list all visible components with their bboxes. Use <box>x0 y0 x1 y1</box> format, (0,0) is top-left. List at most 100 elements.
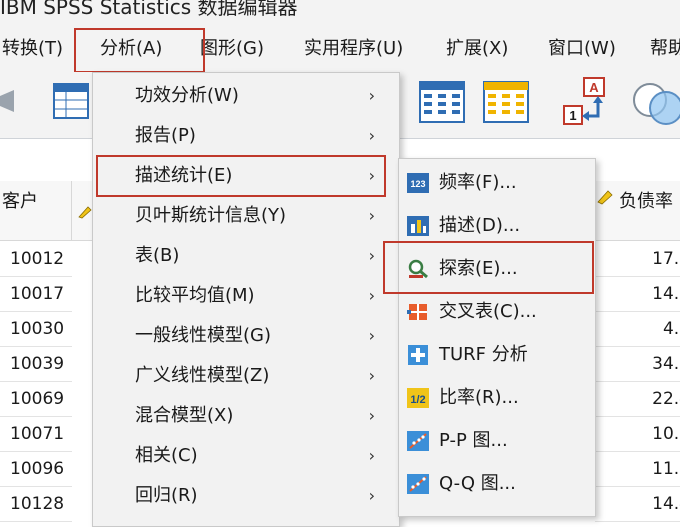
column-header-label: 客户 <box>2 191 38 212</box>
table-cell[interactable]: 4.8 <box>595 312 680 347</box>
menu-item-explore[interactable]: 探索(E)... <box>399 249 595 289</box>
table-cell[interactable]: 10012 <box>0 242 72 277</box>
submenu-arrow-icon: › <box>368 166 375 185</box>
menu-window[interactable]: 窗口(W) <box>548 34 616 60</box>
analyze-menu: 功效分析(W) › 报告(P) › 描述统计(E) › 贝叶斯统计信息(Y) ›… <box>92 72 400 527</box>
table-cell[interactable]: 10128 <box>0 487 72 522</box>
menu-item-label: TURF 分析 <box>439 344 528 365</box>
menu-item-label: 广义线性模型(Z) <box>135 365 270 386</box>
column-header-partial[interactable] <box>72 181 94 241</box>
window-titlebar: IBM SPSS Statistics 数据编辑器 <box>0 0 680 22</box>
goto-case-icon[interactable] <box>52 82 92 122</box>
cell-value: 10012 <box>10 249 65 269</box>
cell-value: 10071 <box>10 424 65 444</box>
menu-item-label: 交叉表(C)... <box>439 301 537 322</box>
menu-item-generalized-linear-models[interactable]: 广义线性模型(Z) › <box>93 356 399 396</box>
qq-plot-icon <box>407 474 429 494</box>
pp-plot-icon <box>407 431 429 451</box>
menu-item-label: P-P 图... <box>439 430 508 451</box>
table-cell[interactable]: 34.5 <box>595 347 680 382</box>
table-cell[interactable]: 14.7 <box>595 277 680 312</box>
menu-item-label: 报告(P) <box>135 125 196 146</box>
cell-value: 22.4 <box>652 389 680 409</box>
menu-item-tables[interactable]: 表(B) › <box>93 236 399 276</box>
menu-item-frequencies[interactable]: 123 频率(F)... <box>399 163 595 203</box>
cell-value: 10030 <box>10 319 65 339</box>
menu-item-turf-analysis[interactable]: TURF 分析 <box>399 335 595 375</box>
menu-item-general-linear-model[interactable]: 一般线性模型(G) › <box>93 316 399 356</box>
column-header-customer[interactable]: 客户 <box>0 181 72 241</box>
explore-icon <box>408 259 428 279</box>
cell-value: 10017 <box>10 284 65 304</box>
menu-item-pp-plot[interactable]: P-P 图... <box>399 421 595 461</box>
menu-item-qq-plot[interactable]: Q-Q 图... <box>399 464 595 504</box>
menu-extensions[interactable]: 扩展(X) <box>446 34 508 60</box>
ruler-icon <box>78 206 92 219</box>
menu-item-bayesian-statistics[interactable]: 贝叶斯统计信息(Y) › <box>93 196 399 236</box>
menu-item-ratio[interactable]: 1/2 比率(R)... <box>399 378 595 418</box>
submenu-arrow-icon: › <box>368 206 375 225</box>
cell-value: 14.7 <box>652 284 680 304</box>
submenu-arrow-icon: › <box>368 286 375 305</box>
menu-graphs[interactable]: 图形(G) <box>200 34 264 60</box>
menu-item-reports[interactable]: 报告(P) › <box>93 116 399 156</box>
submenu-arrow-icon: › <box>368 366 375 385</box>
submenu-arrow-icon: › <box>368 86 375 105</box>
cell-value: 10096 <box>10 459 65 479</box>
menu-item-descriptive-statistics[interactable]: 描述统计(E) › <box>93 156 399 196</box>
cell-value: 17.7 <box>652 249 680 269</box>
menu-analyze[interactable]: 分析(A) <box>100 34 162 60</box>
descriptives-icon <box>407 216 429 236</box>
submenu-arrow-icon: › <box>368 126 375 145</box>
value-labels-icon[interactable]: A 1 <box>562 76 618 130</box>
table-cell[interactable]: 10017 <box>0 277 72 312</box>
column-header-debt-ratio[interactable]: 负债率 <box>595 181 680 241</box>
menu-utilities[interactable]: 实用程序(U) <box>304 34 403 60</box>
select-cases-icon[interactable] <box>482 80 530 124</box>
turf-icon <box>408 345 428 365</box>
cell-value: 14.4 <box>652 494 680 514</box>
menu-item-label: 功效分析(W) <box>135 85 239 106</box>
submenu-arrow-icon: › <box>368 406 375 425</box>
menu-item-mixed-models[interactable]: 混合模型(X) › <box>93 396 399 436</box>
menu-help[interactable]: 帮助 <box>650 34 680 60</box>
table-cell[interactable]: 11.9 <box>595 452 680 487</box>
crosstabs-icon <box>407 304 427 320</box>
menu-item-label: 比率(R)... <box>439 387 519 408</box>
menu-item-compare-means[interactable]: 比较平均值(M) › <box>93 276 399 316</box>
table-cell[interactable]: 10039 <box>0 347 72 382</box>
table-cell[interactable]: 10.9 <box>595 417 680 452</box>
table-cell[interactable]: 17.7 <box>595 242 680 277</box>
menu-item-power-analysis[interactable]: 功效分析(W) › <box>93 76 399 116</box>
menu-item-regression[interactable]: 回归(R) › <box>93 476 399 516</box>
cell-value: 10128 <box>10 494 65 514</box>
cell-value: 34.5 <box>652 354 680 374</box>
submenu-arrow-icon: › <box>368 246 375 265</box>
menubar: 转换(T) 分析(A) 图形(G) 实用程序(U) 扩展(X) 窗口(W) 帮助 <box>0 22 680 72</box>
menu-item-label: 比较平均值(M) <box>135 285 255 306</box>
menu-item-label: 混合模型(X) <box>135 405 234 426</box>
arrow-icon[interactable] <box>0 86 22 116</box>
use-variable-sets-icon[interactable] <box>628 78 680 128</box>
window-title: IBM SPSS Statistics 数据编辑器 <box>0 0 298 19</box>
table-cell[interactable]: 22.4 <box>595 382 680 417</box>
table-cell[interactable]: 10096 <box>0 452 72 487</box>
menu-transform[interactable]: 转换(T) <box>2 34 63 60</box>
table-cell[interactable]: 10071 <box>0 417 72 452</box>
menu-item-label: 描述(D)... <box>439 215 521 236</box>
split-file-icon[interactable] <box>418 80 466 124</box>
menu-item-label: 贝叶斯统计信息(Y) <box>135 205 287 226</box>
table-cell[interactable]: 10069 <box>0 382 72 417</box>
ruler-icon <box>597 190 613 205</box>
menu-item-crosstabs[interactable]: 交叉表(C)... <box>399 292 595 332</box>
submenu-arrow-icon: › <box>368 486 375 505</box>
table-cell[interactable]: 10030 <box>0 312 72 347</box>
menu-item-correlate[interactable]: 相关(C) › <box>93 436 399 476</box>
cell-value: 10069 <box>10 389 65 409</box>
svg-text:123: 123 <box>410 179 425 189</box>
menu-item-label: 一般线性模型(G) <box>135 325 271 346</box>
table-cell[interactable]: 14.4 <box>595 487 680 522</box>
menu-item-label: 探索(E)... <box>439 258 518 279</box>
menu-item-descriptives[interactable]: 描述(D)... <box>399 206 595 246</box>
submenu-arrow-icon: › <box>368 326 375 345</box>
